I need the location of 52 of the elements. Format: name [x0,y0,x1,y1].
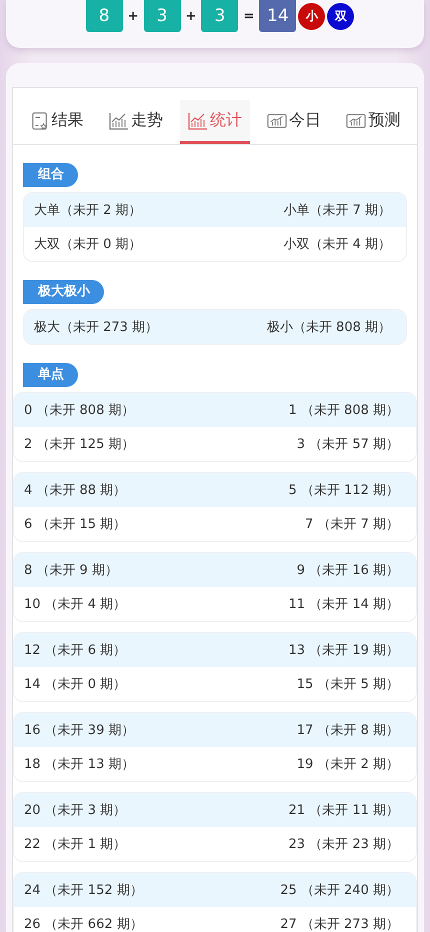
stat-text: 18 （未开 13 期） [24,756,134,773]
stat-text: 9 （未开 16 期） [296,562,399,579]
stat-text: 17 （未开 8 期） [296,722,399,739]
operator: + [186,8,196,24]
stat-text: 8 （未开 9 期） [24,562,118,579]
stat-text: 12 （未开 6 期） [24,642,126,659]
tab[interactable]: 走势 [100,100,171,144]
stat-text: 25 （未开 240 期） [280,882,399,899]
stat-text: 14 （未开 0 期） [24,676,126,693]
stat-text: 23 （未开 23 期） [288,836,399,853]
chart-icon [188,112,208,130]
result-tag: 小 [298,2,326,30]
stat-text: 4 （未开 88 期） [24,482,126,499]
document-icon [30,112,50,130]
section-label: 极大极小 [23,280,104,304]
result-tag: 双 [327,2,354,30]
stat-text: 27 （未开 273 期） [280,916,399,932]
stat-text: 26 （未开 662 期） [24,916,143,932]
stat-text: 22 （未开 1 期） [24,836,126,853]
stat-text: 24 （未开 152 期） [24,882,143,899]
tab[interactable]: 今日 [259,100,330,144]
stat-text: 11 （未开 14 期） [288,596,399,613]
stat-text: 极小（未开 808 期） [266,319,391,336]
stat-text: 1 （未开 808 期） [288,402,399,419]
stat-text: 6 （未开 15 期） [24,516,126,533]
stat-text: 13 （未开 19 期） [288,642,399,659]
tab[interactable]: 预测 [338,100,408,144]
stat-text: 小单（未开 7 期） [283,202,391,219]
stat-text: 小双（未开 4 期） [283,236,391,253]
section-label: 单点 [23,363,78,387]
stat-text: 0 （未开 808 期） [24,402,134,419]
tab[interactable]: 统计 [180,100,250,144]
stat-text: 2 （未开 125 期） [24,436,134,453]
stat-text: 3 （未开 57 期） [296,436,399,453]
stat-text: 7 （未开 7 期） [305,516,399,533]
chart-icon [108,112,129,130]
stat-text: 16 （未开 39 期） [24,722,134,739]
operator: = [243,8,254,24]
stat-text: 5 （未开 112 期） [288,482,399,499]
stat-text: 大双（未开 0 期） [34,236,142,253]
chart-icon [267,112,288,130]
stat-text: 20 （未开 3 期） [24,802,126,819]
stat-text: 极大（未开 273 期） [34,319,158,336]
tab[interactable]: 结果 [22,100,92,144]
stat-text: 15 （未开 5 期） [296,676,399,693]
operator: + [128,8,139,24]
stat-text: 19 （未开 2 期） [296,756,399,773]
section-label: 组合 [23,163,78,187]
chart-icon [346,112,366,130]
stat-text: 21 （未开 11 期） [288,802,399,819]
stat-text: 10 （未开 4 期） [24,596,126,613]
stat-text: 大单（未开 2 期） [34,202,142,219]
